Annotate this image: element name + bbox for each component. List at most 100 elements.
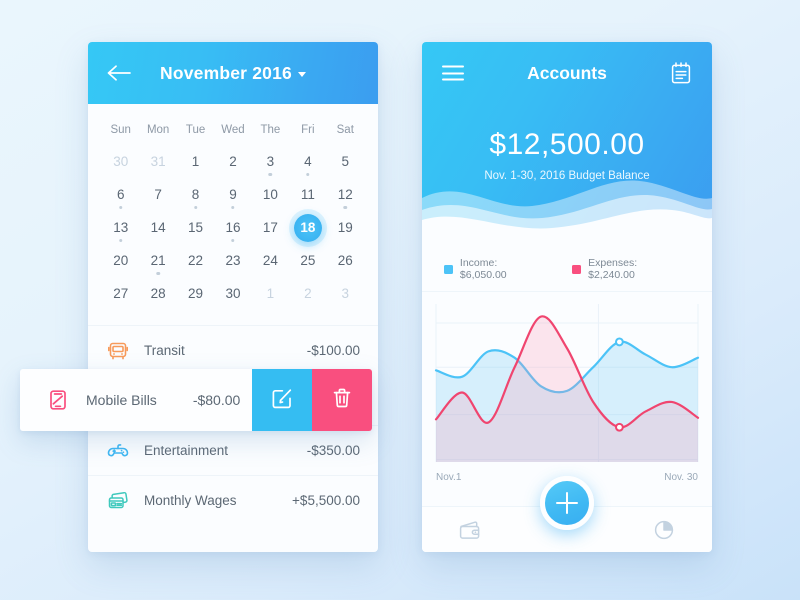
calendar-grid: Sun Mon Tue Wed The Fri Sat 30 31 1 2 3 4 5 6 7 8… [88,104,378,317]
accounts-topbar: Accounts [422,42,712,104]
calendar-day-number: 5 [341,153,350,169]
calendar-day[interactable]: 10 [252,179,289,210]
calendar-day[interactable]: 25 [289,245,326,276]
calendar-day-number: 27 [113,285,129,301]
calendar-day[interactable]: 19 [327,212,364,243]
weekday-label: Sun [110,124,131,136]
calendar-day-event-dot [231,238,235,242]
calendar-day-selected[interactable]: 18 [289,212,326,243]
calendar-day-number: 12 [337,186,353,202]
chart-legend: Income: $6,050.00 Expenses: $2,240.00 [422,247,712,292]
calendar-day-number: 3 [266,153,275,169]
edit-pencil-icon [269,385,295,416]
calendar-day-event-dot [118,238,123,242]
calendar-day[interactable]: 27 [102,278,139,309]
calendar-day[interactable]: 15 [177,212,214,243]
calendar-day[interactable]: 20 [102,245,139,276]
swiped-row-content[interactable]: Mobile Bills -$80.00 [20,369,252,431]
chart-panel: Income: $6,050.00 Expenses: $2,240.00 No… [422,237,712,505]
calendar-day[interactable]: 14 [139,212,176,243]
calendar-day-event-dot [156,271,160,275]
calendar-day[interactable]: 12 [327,179,364,210]
calendar-day[interactable]: 4 [289,146,326,177]
calendar-day[interactable]: 21 [139,245,176,276]
weekday-label: The [260,124,281,136]
transaction-amount: -$350.00 [306,443,360,458]
calendar-day-number: 1 [191,153,200,169]
legend-swatch-income [444,264,453,274]
calendar-day-number: 19 [337,219,353,235]
calendar-week-row: 27 28 29 30 1 2 3 [102,278,364,309]
calendar-day-event-dot [118,205,123,209]
calendar-month-label: November 2016 [160,62,292,83]
weekday-label: Fri [301,124,315,136]
calendar-day[interactable]: 17 [252,212,289,243]
swiped-transaction-row[interactable]: Mobile Bills -$80.00 [20,369,372,431]
add-button[interactable] [540,476,594,530]
calendar-day[interactable]: 11 [289,179,326,210]
notepad-calendar-icon[interactable] [670,61,692,85]
transaction-name: Transit [144,343,185,358]
pie-chart-icon[interactable] [651,517,677,543]
calendar-day[interactable]: 16 [214,212,251,243]
weekday-label: Sat [336,124,354,136]
calendar-day[interactable]: 3 [252,146,289,177]
swiped-row-amount: -$80.00 [192,392,241,408]
chart-x-end-label: Nov. 30 [664,472,698,483]
caret-down-icon [297,71,306,77]
calendar-day-event-dot [193,205,198,209]
transaction-row-entertainment[interactable]: Entertainment -$350.00 [88,425,378,475]
calendar-day-number: 22 [188,252,204,268]
calendar-day[interactable]: 2 [289,278,326,309]
calendar-day[interactable]: 1 [252,278,289,309]
calendar-day[interactable]: 26 [327,245,364,276]
trash-icon [329,385,355,416]
calendar-day[interactable]: 29 [177,278,214,309]
calendar-day-number: 16 [225,219,241,235]
transaction-amount: -$100.00 [306,343,360,358]
calendar-day[interactable]: 7 [139,179,176,210]
calendar-day[interactable]: 5 [327,146,364,177]
legend-label-expenses: Expenses: $2,240.00 [588,257,638,281]
calendar-day[interactable]: 28 [139,278,176,309]
calendar-day[interactable]: 1 [177,146,214,177]
calendar-day-event-dot [268,172,273,176]
accounts-header: Accounts $12,500.00 Nov. 1-30, 2016 Budg… [422,42,712,237]
calendar-day[interactable]: 30 [102,146,139,177]
swiped-row-name: Mobile Bills [86,392,157,408]
plus-icon [556,492,578,514]
transaction-name: Monthly Wages [144,493,237,508]
calendar-day[interactable]: 2 [214,146,251,177]
calendar-day-number: 13 [113,219,129,235]
calendar-day-number: 14 [150,219,166,235]
delete-button[interactable] [312,369,372,431]
calendar-day-number: 2 [304,285,312,301]
weekday-label: Mon [146,124,170,136]
page-title: Accounts [527,62,607,83]
calendar-day[interactable]: 23 [214,245,251,276]
edit-button[interactable] [252,369,312,431]
calendar-day[interactable]: 24 [252,245,289,276]
wallet-icon[interactable] [457,517,483,543]
calendar-header: November 2016 [88,42,378,104]
calendar-week-row: 13 14 15 16 17 18 19 [102,212,364,243]
calendar-day[interactable]: 9 [214,179,251,210]
chart-canvas[interactable] [422,298,712,468]
calendar-day[interactable]: 3 [327,278,364,309]
calendar-day-number: 30 [113,153,129,169]
calendar-day[interactable]: 13 [102,212,139,243]
calendar-day[interactable]: 22 [177,245,214,276]
bus-icon [106,339,130,363]
smartphone-icon [46,388,70,412]
arrow-left-icon[interactable] [106,63,132,83]
calendar-day[interactable]: 31 [139,146,176,177]
transaction-row-transit[interactable]: Transit -$100.00 [88,325,378,375]
calendar-day[interactable]: 30 [214,278,251,309]
calendar-day-number: 1 [266,285,275,301]
calendar-day[interactable]: 8 [177,179,214,210]
calendar-day[interactable]: 6 [102,179,139,210]
hamburger-menu-icon[interactable] [442,65,464,81]
transaction-row-monthly-wages[interactable]: Monthly Wages +$5,500.00 [88,475,378,525]
calendar-day-number: 9 [229,186,237,202]
chart-x-start-label: Nov.1 [436,472,462,483]
